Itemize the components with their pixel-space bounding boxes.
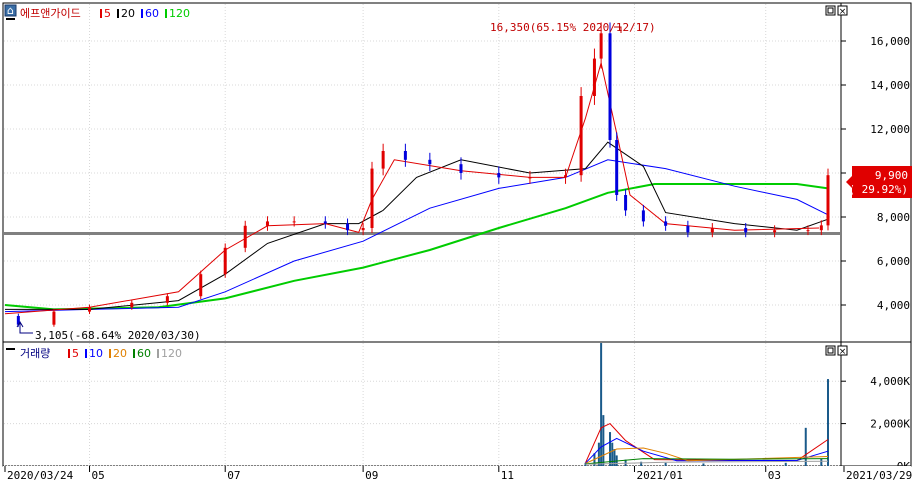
price-y-tick-label: 12,000	[870, 123, 910, 136]
volume-bar	[804, 427, 807, 466]
volume-bar	[609, 432, 612, 466]
candle-body	[199, 274, 203, 297]
x-tick-label: 11	[501, 469, 514, 482]
candle-body	[243, 225, 247, 248]
chart-type-marker	[6, 18, 15, 20]
volume-ma-legend-label: 5	[72, 347, 79, 360]
stock-title: 에프앤가이드	[20, 7, 81, 20]
candle-body	[579, 96, 583, 176]
volume-bar	[784, 462, 787, 466]
x-tick-label: 07	[227, 469, 240, 482]
candle-body	[381, 151, 385, 169]
x-tick-label: 05	[92, 469, 105, 482]
x-tick-label: 2021/03/29	[846, 469, 912, 482]
volume-bar	[827, 379, 829, 466]
candle-body	[599, 33, 603, 59]
volume-ma-legend-swatch	[68, 349, 70, 358]
price-ma-legend-swatch	[141, 9, 143, 18]
volume-ma-legend-label: 60	[137, 347, 151, 360]
candle-body	[592, 58, 596, 96]
price-ma-legend-swatch	[117, 9, 119, 18]
volume-y-tick-label: 4,000K	[870, 375, 910, 388]
candle-body	[819, 225, 823, 231]
low-annotation: 3,105(-68.64% 2020/03/30)	[35, 329, 201, 342]
price-ma-legend-swatch	[165, 9, 167, 18]
candle-body	[497, 173, 501, 178]
volume-bar	[664, 462, 667, 466]
candle-body	[686, 225, 690, 233]
candle-body	[323, 221, 327, 224]
price-ma-legend-label: 5	[104, 7, 111, 20]
candle-body	[361, 228, 365, 231]
panel-menu-icon-glyph: ⌂	[7, 4, 14, 17]
price-y-tick-label: 6,000	[877, 255, 910, 268]
volume-ma-legend-swatch	[157, 349, 159, 358]
candle-body	[346, 223, 350, 231]
price-y-tick-label: 4,000	[877, 299, 910, 312]
volume-type-marker	[6, 348, 15, 350]
last-price: 9,900	[875, 169, 908, 182]
x-tick-label: 09	[365, 469, 378, 482]
candle-body	[641, 210, 645, 222]
volume-bar	[602, 415, 605, 466]
volume-panel	[2, 341, 842, 467]
candle-body	[528, 177, 532, 179]
candle-body	[370, 168, 374, 228]
x-tick-label: 2021/01	[636, 469, 682, 482]
volume-ma-legend-swatch	[133, 349, 135, 358]
candle-body	[773, 230, 777, 233]
candle-body	[403, 151, 407, 160]
candle-body	[826, 175, 830, 226]
candle-body	[744, 228, 748, 233]
stock-chart: ⌂ 에프앤가이드 5 20 60 120 × 16,000 14,000 12,000 10…	[2, 2, 912, 482]
price-ma-legend-swatch	[100, 9, 102, 18]
candle-body	[292, 221, 296, 223]
volume-ma-legend-label: 120	[161, 347, 182, 360]
price-ma-legend-label: 60	[145, 7, 159, 20]
volume-bar	[820, 458, 823, 466]
price-ma-legend-label: 120	[169, 7, 190, 20]
volume-axis-panel	[840, 341, 912, 467]
candle-body	[88, 307, 92, 312]
price-maximize-button[interactable]	[825, 5, 836, 16]
x-tick-label: 2020/03/24	[7, 469, 74, 482]
candle-body	[428, 159, 432, 165]
candle-body	[52, 311, 56, 325]
candle-body	[664, 221, 668, 226]
candle-body	[624, 195, 628, 211]
candle-body	[223, 247, 227, 275]
volume-ma-legend-label: 20	[113, 347, 127, 360]
volume-title: 거래량	[20, 347, 50, 360]
price-y-tick-label: 16,000	[870, 35, 910, 48]
volume-ma-legend-swatch	[85, 349, 87, 358]
candle-body	[130, 302, 134, 308]
candle-body	[265, 221, 269, 226]
candle-body	[710, 228, 714, 233]
volume-bar	[702, 463, 705, 466]
x-tick-label: 03	[768, 469, 781, 482]
volume-close-icon: ×	[839, 347, 847, 357]
candle-body	[806, 230, 810, 232]
price-ma-legend-label: 20	[121, 7, 135, 20]
price-y-tick-label: 14,000	[870, 79, 910, 92]
volume-maximize-button[interactable]	[825, 345, 836, 356]
candle-body	[459, 164, 463, 173]
volume-y-tick-label: 2,000K	[870, 418, 910, 431]
high-annotation: 16,350(65.15% 2020/12/17)	[490, 21, 656, 34]
candle-body	[615, 140, 619, 195]
candle-body	[608, 33, 612, 140]
last-change: ( 29.92%)	[848, 183, 908, 196]
volume-ma-legend-label: 10	[89, 347, 103, 360]
candle-body	[165, 296, 169, 303]
price-close-icon: ×	[839, 7, 847, 17]
candle-body	[564, 175, 568, 178]
volume-ma-legend-swatch	[109, 349, 111, 358]
volume-bar	[611, 442, 614, 466]
price-y-tick-label: 8,000	[877, 211, 910, 224]
